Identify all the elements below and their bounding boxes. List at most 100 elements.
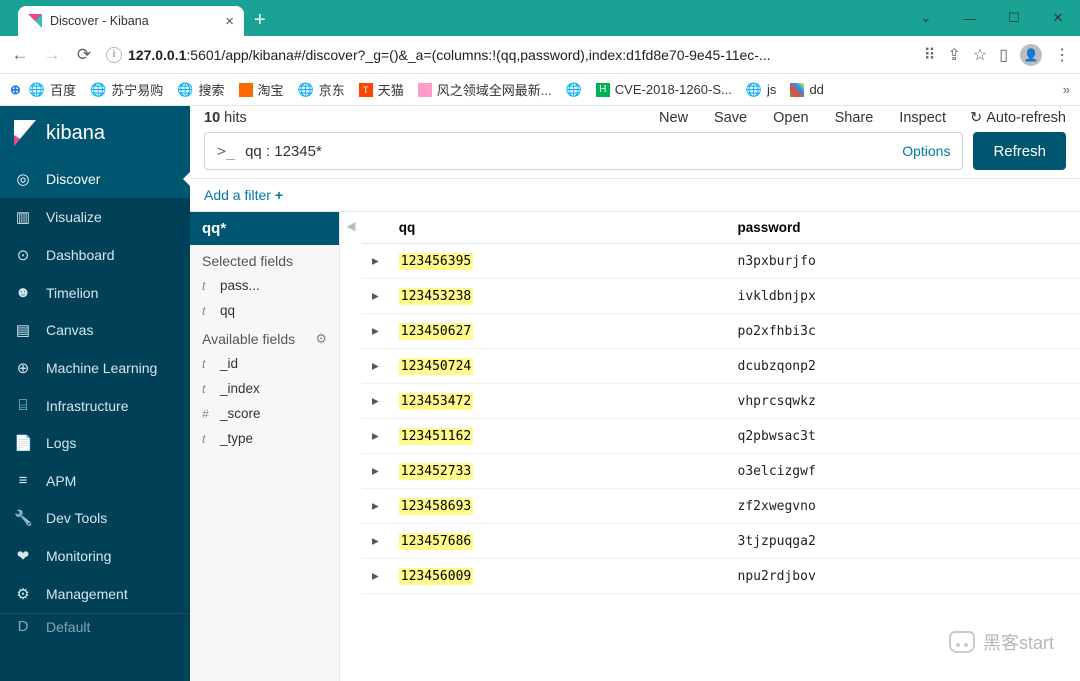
collapse-panel-icon[interactable]: ◄: [340, 212, 362, 681]
column-header-password[interactable]: password: [728, 212, 1080, 244]
hits-count: 10 hits: [204, 110, 247, 126]
tmall-icon: T: [359, 83, 373, 97]
column-header-qq[interactable]: qq: [389, 212, 728, 244]
results-table-wrap[interactable]: qq password ▸123456395n3pxburjfo▸1234532…: [362, 212, 1080, 681]
sidebar-item-canvas[interactable]: ▤Canvas: [0, 311, 190, 349]
nav-reload-icon[interactable]: ⟳: [74, 45, 94, 65]
sidebar-item-dashboard[interactable]: ⊙ Dashboard: [0, 236, 190, 274]
window-maximize-icon[interactable]: ☐: [992, 0, 1036, 36]
nav-icon: ⚙: [14, 585, 32, 603]
add-bookmark-icon[interactable]: ⊕: [10, 82, 21, 98]
bookmark-item[interactable]: 🌐js: [746, 82, 777, 98]
index-pattern-header[interactable]: qq*: [190, 212, 339, 245]
nav-label: Dashboard: [46, 247, 115, 263]
share-url-icon[interactable]: ⇪: [947, 45, 960, 65]
translate-icon[interactable]: ⠿: [924, 45, 936, 65]
expand-row-icon[interactable]: ▸: [362, 244, 389, 279]
bookmark-item[interactable]: 🌐京东: [298, 80, 345, 99]
new-tab-button[interactable]: +: [254, 9, 266, 32]
browser-menu-icon[interactable]: ⋮: [1054, 45, 1070, 65]
field-item[interactable]: tpass...: [190, 273, 339, 298]
field-item[interactable]: t_type: [190, 426, 339, 451]
window-dropdown-icon[interactable]: ⌄: [904, 0, 948, 36]
site-info-icon[interactable]: i: [106, 47, 122, 63]
expand-row-icon[interactable]: ▸: [362, 489, 389, 524]
hackerone-icon: H: [596, 83, 610, 97]
expand-row-icon[interactable]: ▸: [362, 279, 389, 314]
tab-close-icon[interactable]: ×: [225, 14, 234, 29]
bookmark-item[interactable]: dd: [790, 82, 823, 97]
bookmark-item[interactable]: 🌐: [566, 82, 582, 98]
window-close-icon[interactable]: ✕: [1036, 0, 1080, 36]
reading-list-icon[interactable]: ▯: [999, 45, 1008, 65]
browser-tab[interactable]: Discover - Kibana ×: [18, 6, 244, 36]
expand-row-icon[interactable]: ▸: [362, 349, 389, 384]
table-row: ▸123450627po2xfhbi3c: [362, 314, 1080, 349]
bookmark-star-icon[interactable]: ☆: [973, 45, 987, 65]
field-item[interactable]: t_id: [190, 351, 339, 376]
table-row: ▸123451162q2pbwsac3t: [362, 419, 1080, 454]
action-new[interactable]: New: [659, 110, 688, 126]
sidebar-item-infrastructure[interactable]: ⌸Infrastructure: [0, 387, 190, 424]
sidebar-item-machine-learning[interactable]: ⊕Machine Learning: [0, 349, 190, 387]
filter-row: Add a filter +: [190, 179, 1080, 212]
field-type-icon: t: [202, 432, 212, 446]
action-inspect[interactable]: Inspect: [899, 110, 946, 126]
add-filter-link[interactable]: Add a filter +: [204, 187, 283, 203]
nav-icon: ◎: [14, 170, 32, 188]
sidebar-item-dev-tools[interactable]: 🔧Dev Tools: [0, 499, 190, 537]
bookmark-item[interactable]: 🌐苏宁易购: [90, 80, 163, 99]
action-share[interactable]: Share: [835, 110, 874, 126]
sidebar-item-discover[interactable]: ◎Discover: [0, 160, 190, 198]
bookmarks-overflow-icon[interactable]: »: [1063, 82, 1070, 97]
field-name: qq: [220, 303, 235, 318]
action-autorefresh[interactable]: ↻Auto-refresh: [970, 110, 1066, 126]
kibana-logo-icon: [14, 120, 36, 146]
cell-qq: 123453238: [389, 279, 728, 314]
expand-row-icon[interactable]: ▸: [362, 314, 389, 349]
bookmark-item[interactable]: 淘宝: [239, 80, 284, 99]
bookmark-item[interactable]: HCVE-2018-1260-S...: [596, 82, 732, 97]
sidebar-item-timelion[interactable]: ☻Timelion: [0, 274, 190, 311]
url-field[interactable]: i 127.0.0.1:5601/app/kibana#/discover?_g…: [106, 47, 912, 63]
cell-qq: 123450627: [389, 314, 728, 349]
expand-row-icon[interactable]: ▸: [362, 454, 389, 489]
sidebar-item-visualize[interactable]: ▥Visualize: [0, 198, 190, 236]
kibana-brand[interactable]: kibana: [0, 106, 190, 160]
expand-row-icon[interactable]: ▸: [362, 524, 389, 559]
action-open[interactable]: Open: [773, 110, 808, 126]
sidebar-item-default[interactable]: DDefault: [0, 613, 190, 635]
bookmarks-bar: ⊕ 🌐百度 🌐苏宁易购 🌐搜索 淘宝 🌐京东 T天猫 风之领域全网最新... 🌐…: [0, 74, 1080, 106]
bookmark-item[interactable]: T天猫: [359, 80, 404, 99]
query-input[interactable]: >_ qq : 12345* Options: [204, 132, 963, 170]
sidebar-item-management[interactable]: ⚙Management: [0, 575, 190, 613]
nav-back-icon[interactable]: ←: [10, 45, 30, 65]
bookmark-item[interactable]: 风之领域全网最新...: [418, 80, 552, 99]
sidebar-item-monitoring[interactable]: ❤Monitoring: [0, 537, 190, 575]
nav-icon: ⊙: [14, 246, 32, 264]
field-item[interactable]: #_score: [190, 401, 339, 426]
profile-avatar-icon[interactable]: 👤: [1020, 44, 1042, 66]
expand-row-icon[interactable]: ▸: [362, 384, 389, 419]
bookmark-item[interactable]: 🌐百度: [29, 80, 76, 99]
nav-forward-icon[interactable]: →: [42, 45, 62, 65]
field-type-icon: t: [202, 304, 212, 318]
field-name: _score: [220, 406, 261, 421]
field-item[interactable]: t_index: [190, 376, 339, 401]
query-options-link[interactable]: Options: [902, 143, 950, 159]
field-item[interactable]: tqq: [190, 298, 339, 323]
browser-address-bar: ← → ⟳ i 127.0.0.1:5601/app/kibana#/disco…: [0, 36, 1080, 74]
action-save[interactable]: Save: [714, 110, 747, 126]
expand-row-icon[interactable]: ▸: [362, 419, 389, 454]
fields-settings-icon[interactable]: ⚙: [315, 331, 327, 347]
window-minimize-icon[interactable]: —: [948, 0, 992, 36]
sidebar-item-logs[interactable]: 📄Logs: [0, 424, 190, 462]
cell-password: npu2rdjbov: [728, 559, 1080, 594]
clock-icon: ↻: [970, 110, 982, 126]
bookmark-item[interactable]: 🌐搜索: [177, 80, 224, 99]
refresh-button[interactable]: Refresh: [973, 132, 1066, 170]
expand-row-icon[interactable]: ▸: [362, 559, 389, 594]
table-row: ▸123458693zf2xwegvno: [362, 489, 1080, 524]
cell-qq: 123456395: [389, 244, 728, 279]
sidebar-item-apm[interactable]: ≡APM: [0, 462, 190, 499]
